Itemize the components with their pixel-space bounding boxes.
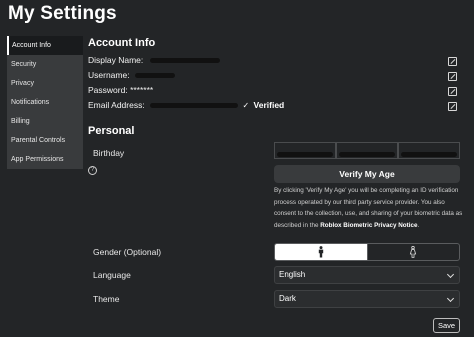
chevron-down-icon (446, 270, 455, 279)
language-label: Language (93, 270, 131, 280)
sidebar-item-app-permissions[interactable]: App Permissions (7, 150, 83, 169)
chevron-down-icon (446, 294, 455, 303)
theme-select[interactable]: Dark (274, 290, 460, 308)
personal-heading: Personal (88, 125, 135, 137)
edit-username-icon[interactable] (448, 72, 457, 81)
save-button[interactable]: Save (433, 318, 460, 333)
edit-password-icon[interactable] (448, 87, 457, 96)
sidebar-item-account-info[interactable]: Account Info (7, 36, 83, 55)
email-redacted (150, 103, 239, 109)
birthday-year-redacted (401, 151, 457, 157)
password-value: ******* (130, 85, 154, 95)
sidebar-item-parental-controls[interactable]: Parental Controls (7, 131, 83, 150)
birthday-month-select[interactable] (274, 142, 336, 159)
display-name-label: Display Name: (88, 55, 144, 65)
username-row: Username: (88, 70, 175, 80)
edit-display-name-icon[interactable] (448, 57, 457, 66)
username-redacted (134, 73, 175, 79)
email-row: Email Address: ✓ Verified (88, 100, 284, 110)
sidebar-item-security[interactable]: Security (7, 55, 83, 74)
language-select[interactable]: English (274, 266, 460, 284)
verify-my-age-button[interactable]: Verify My Age (274, 165, 460, 183)
sidebar-item-billing[interactable]: Billing (7, 112, 83, 131)
biometric-privacy-notice-link[interactable]: Roblox Biometric Privacy Notice (320, 222, 417, 229)
gender-female-option[interactable] (366, 244, 460, 260)
gender-label: Gender (Optional) (93, 247, 162, 257)
display-name-redacted (149, 58, 220, 64)
username-label: Username: (88, 70, 130, 80)
help-icon[interactable]: ? (88, 166, 97, 175)
gender-male-option[interactable] (275, 244, 367, 260)
male-icon (318, 246, 323, 258)
sidebar-item-privacy[interactable]: Privacy (7, 74, 83, 93)
birthday-day-redacted (339, 151, 395, 157)
language-value: English (279, 270, 306, 279)
theme-value: Dark (279, 294, 296, 303)
gender-selector (274, 243, 460, 261)
birthday-label: Birthday (93, 148, 125, 158)
display-name-row: Display Name: (88, 55, 220, 65)
edit-email-icon[interactable] (448, 102, 457, 111)
email-verified-status: Verified (253, 100, 285, 110)
email-label: Email Address: (88, 100, 145, 110)
password-label: Password: (88, 85, 128, 95)
female-icon (410, 246, 417, 258)
disclaimer-end: . (417, 221, 420, 229)
password-row: Password: ******* (88, 85, 153, 95)
birthday-day-select[interactable] (336, 142, 398, 159)
age-verification-disclaimer: By clicking 'Verify My Age' you will be … (274, 185, 464, 231)
theme-label: Theme (93, 294, 120, 304)
account-info-heading: Account Info (88, 37, 156, 49)
settings-sidebar: Account Info Security Privacy Notificati… (7, 36, 83, 169)
page-title: My Settings (8, 3, 117, 24)
birthday-year-select[interactable] (398, 142, 460, 159)
checkmark-icon: ✓ (242, 101, 250, 110)
sidebar-item-notifications[interactable]: Notifications (7, 93, 83, 112)
birthday-month-redacted (277, 151, 333, 157)
